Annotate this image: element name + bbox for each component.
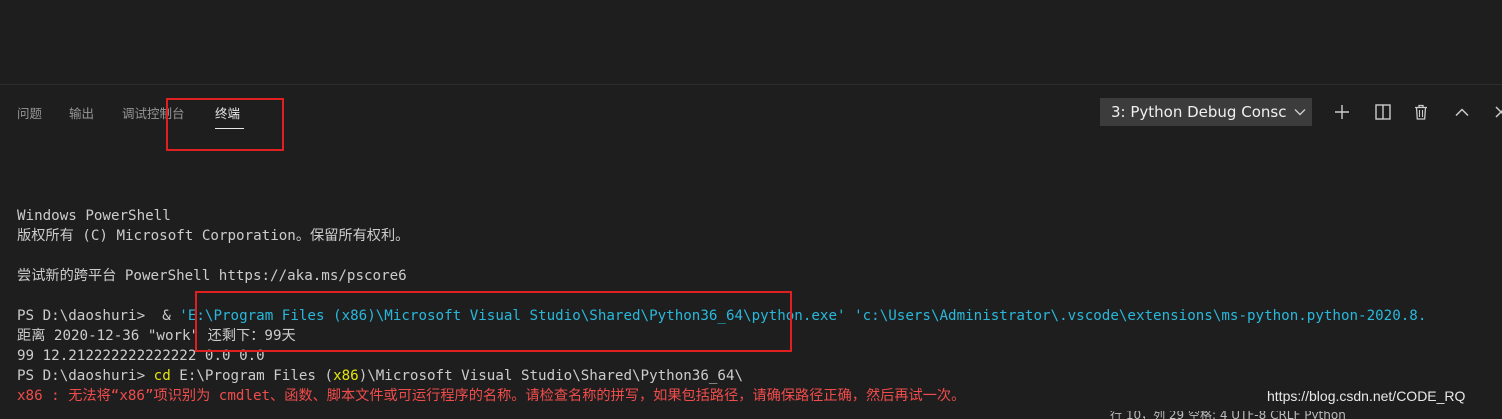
terminal-line: PS D:\daoshuri> cd E:\Program Files (x86…	[17, 366, 1502, 386]
terminal-text: 尝试新的跨平台 PowerShell https://aka.ms/pscore…	[17, 268, 407, 284]
tab-problems[interactable]: 问题	[17, 103, 42, 122]
terminal-text: x86	[333, 368, 359, 384]
active-tab-indicator	[215, 128, 244, 129]
split-icon[interactable]	[1372, 101, 1394, 123]
terminal-text: cd	[153, 368, 171, 384]
terminal-line: 版权所有 (C) Microsoft Corporation。保留所有权利。	[17, 226, 1502, 246]
terminal-text: Windows PowerShell	[17, 208, 171, 224]
terminal-selector[interactable]: 3: Python Debug Consc	[1100, 98, 1312, 126]
terminal-line: 尝试新的跨平台 PowerShell https://aka.ms/pscore…	[17, 266, 1502, 286]
terminal-line: 距离 2020-12-36 "work" 还剩下：99天	[17, 326, 1502, 346]
terminal-text: PS D:\daoshuri> &	[17, 308, 180, 324]
terminal-text: x86 : 无法将“x86”项识别为 cmdlet、函数、脚本文件或可运行程序的…	[17, 388, 966, 404]
chevron-up-icon[interactable]	[1451, 101, 1473, 123]
terminal-text: 距离 2020-12-36 "work" 还剩下：99天	[17, 328, 296, 344]
tab-output[interactable]: 输出	[69, 103, 94, 122]
terminal-line: 99 12.212222222222222 0.0 0.0	[17, 346, 1502, 366]
close-icon[interactable]	[1490, 101, 1502, 123]
terminal-selector-value: 3: Python Debug Consc	[1111, 103, 1287, 121]
terminal-line: PS D:\daoshuri> & 'E:\Program Files (x86…	[17, 306, 1502, 326]
status-bar-partial: 行 10，列 29 空格: 4 UTF-8 CRLF Python	[1110, 411, 1346, 419]
terminal-output[interactable]: Windows PowerShell 版权所有 (C) Microsoft Cor…	[17, 206, 1502, 406]
tab-terminal[interactable]: 终端	[215, 103, 240, 122]
terminal-text: E:\Program Files (	[170, 368, 334, 384]
terminal-text: 版权所有 (C) Microsoft Corporation。保留所有权利。	[17, 228, 410, 244]
terminal-text: 99 12.212222222222222 0.0 0.0	[17, 348, 265, 364]
watermark: https://blog.csdn.net/CODE_RQ	[1267, 388, 1466, 404]
plus-icon[interactable]	[1331, 101, 1353, 123]
terminal-text: PS D:\daoshuri>	[17, 368, 154, 384]
terminal-text: 'E:\Program Files (x86)\Microsoft Visual…	[179, 308, 1427, 324]
terminal-text: )\Microsoft Visual Studio\Shared\Python3…	[358, 368, 744, 384]
terminal-line: Windows PowerShell	[17, 206, 1502, 226]
tab-debug-console[interactable]: 调试控制台	[122, 103, 185, 122]
editor-area	[0, 0, 1502, 84]
chevron-down-icon	[1289, 108, 1311, 116]
trash-icon[interactable]	[1410, 101, 1432, 123]
